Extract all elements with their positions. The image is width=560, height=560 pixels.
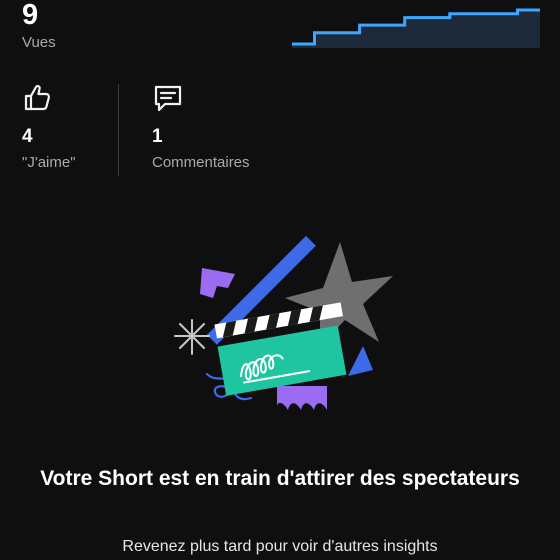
likes-stat[interactable]: 4 "J'aime" bbox=[22, 82, 76, 171]
clapper-board bbox=[217, 325, 347, 396]
views-count: 9 bbox=[22, 0, 39, 31]
status-subline: Revenez plus tard pour voir d'autres ins… bbox=[122, 538, 438, 555]
comments-stat[interactable]: 1 Commentaires bbox=[152, 82, 250, 171]
engagement-stats: 4 "J'aime" 1 Commentaires bbox=[22, 82, 542, 182]
views-sparkline bbox=[292, 8, 540, 48]
views-stat: 9 Vues bbox=[22, 0, 56, 51]
blue-triangle-shape bbox=[348, 346, 373, 376]
comments-label: Commentaires bbox=[152, 154, 250, 171]
views-label: Vues bbox=[22, 34, 56, 51]
purple-corner-shape bbox=[200, 268, 235, 298]
sparkle-icon bbox=[174, 319, 210, 355]
purple-arch-shape bbox=[277, 386, 327, 410]
comments-count: 1 bbox=[152, 126, 163, 147]
likes-label: "J'aime" bbox=[22, 154, 76, 171]
status-headline: Votre Short est en train d'attirer des s… bbox=[40, 467, 520, 490]
sparkline-area bbox=[292, 10, 540, 48]
stats-divider bbox=[118, 84, 119, 176]
short-analytics-screen: 9 Vues 4 "J'aime" 1 Commentaires Votre S… bbox=[0, 0, 560, 560]
likes-count: 4 bbox=[22, 126, 33, 147]
comment-icon bbox=[154, 85, 182, 112]
thumbs-up-icon bbox=[24, 84, 51, 111]
clapperboard-illustration bbox=[174, 236, 393, 410]
